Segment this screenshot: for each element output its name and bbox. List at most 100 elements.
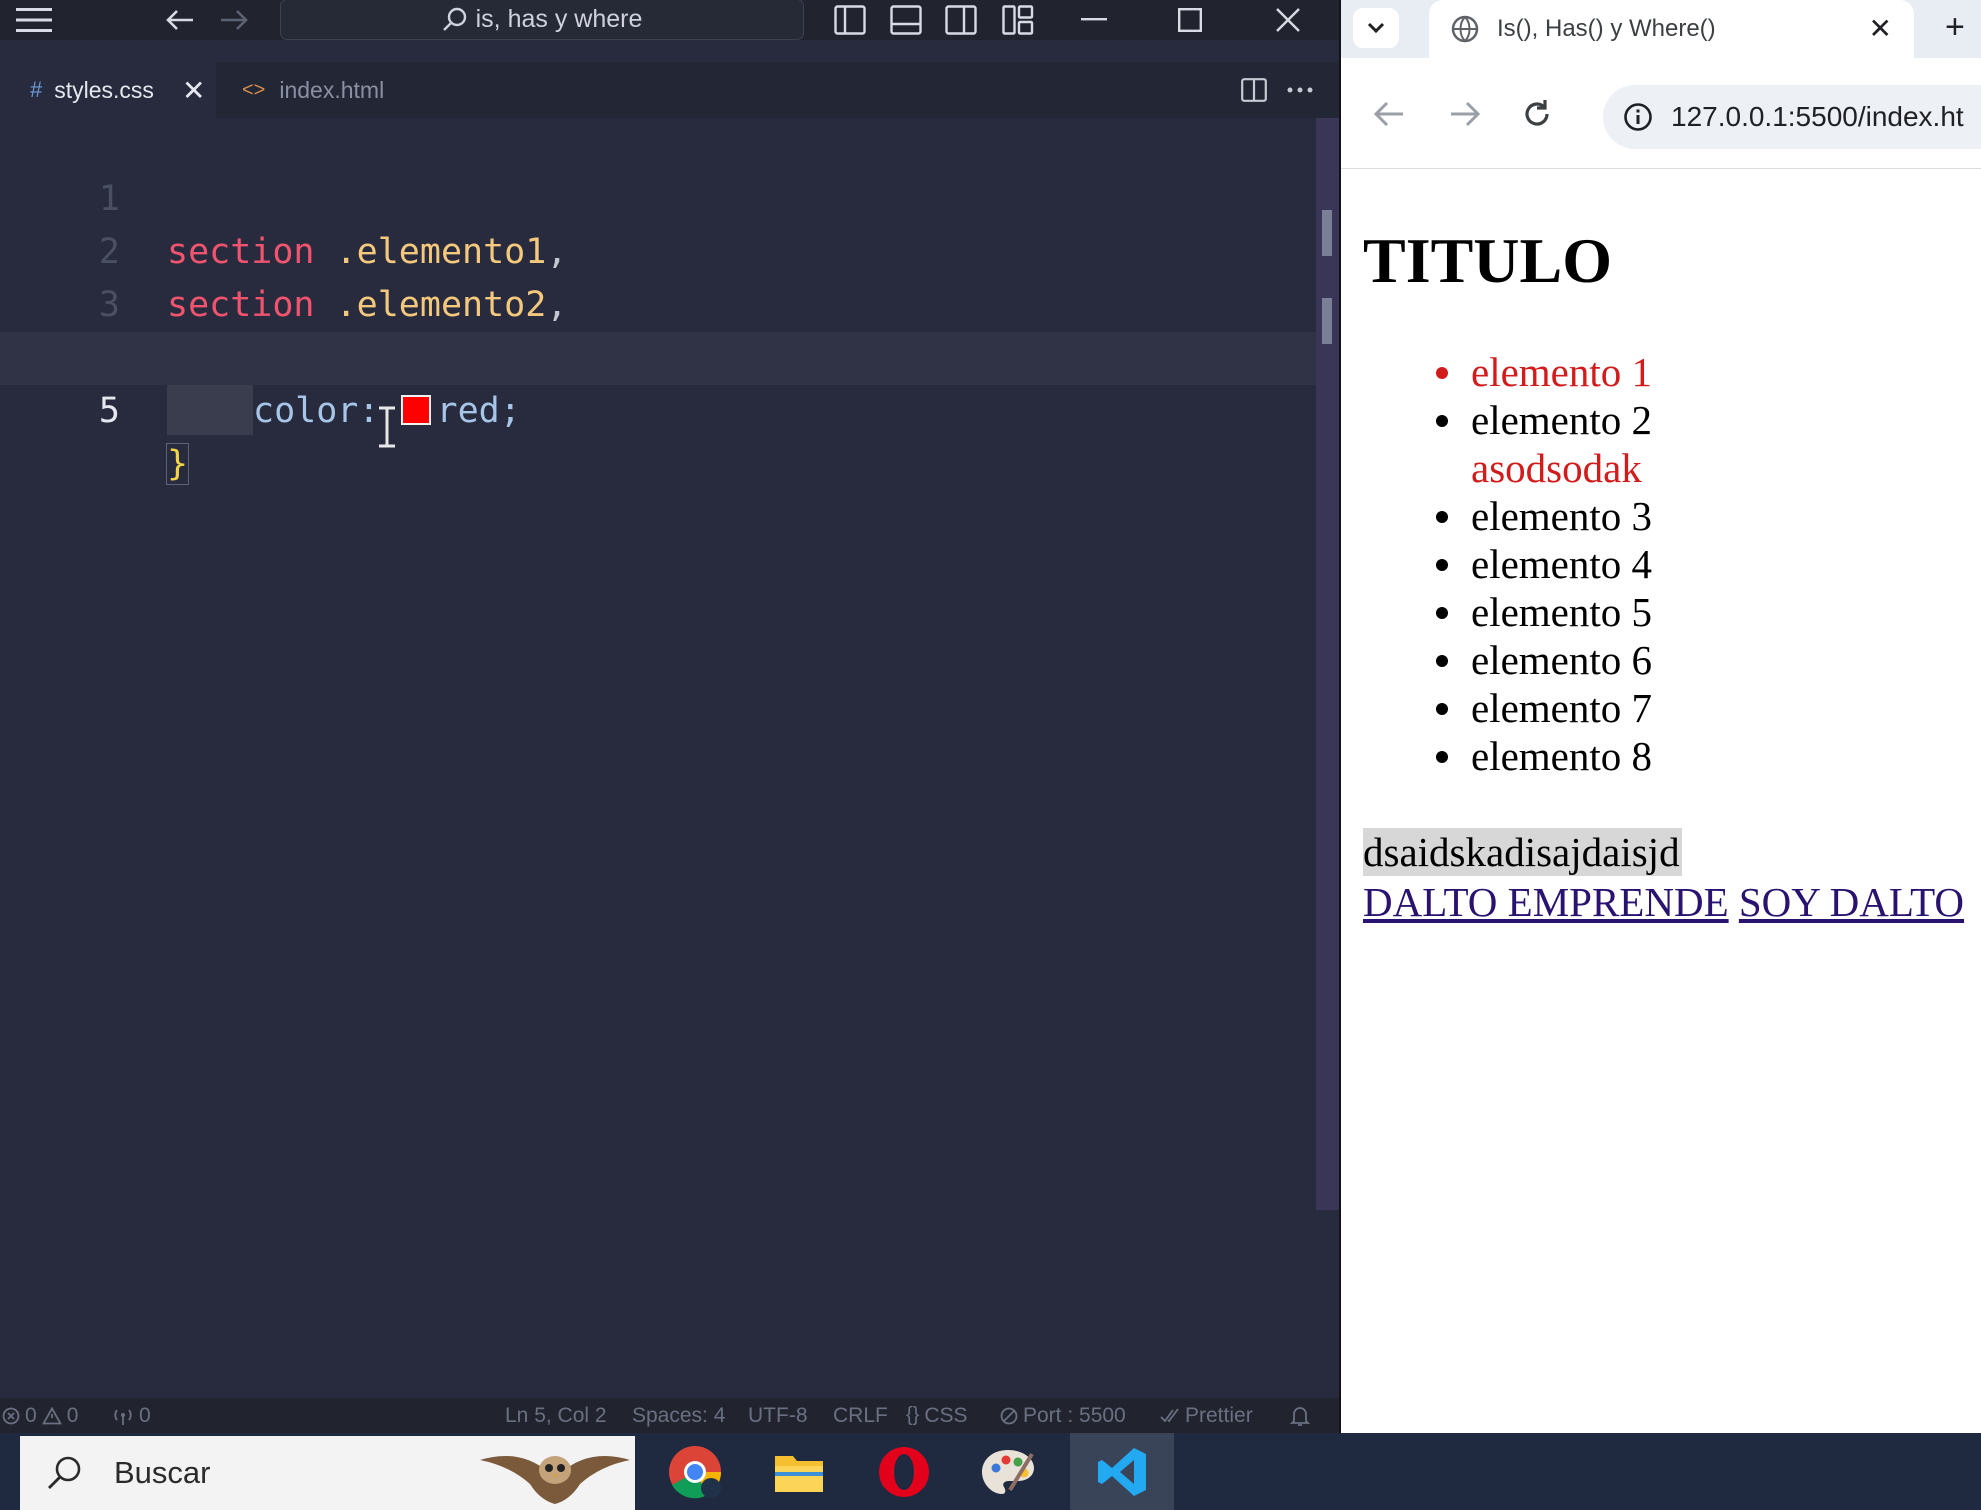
owl-illustration-icon (480, 1440, 630, 1510)
list-item-text: elemento 1 (1471, 349, 1653, 395)
browser-forward-icon[interactable] (1449, 100, 1481, 128)
command-center-text: is, has y where (475, 5, 643, 33)
warning-count: 0 (66, 1403, 79, 1427)
indentation[interactable]: Spaces: 4 (632, 1398, 725, 1433)
list-item-text: elemento 8 (1471, 733, 1653, 779)
code-editor[interactable]: 1 section .elemento1, 2 section .element… (0, 118, 1316, 1398)
bullet (1436, 607, 1448, 619)
customize-layout-icon[interactable] (998, 0, 1038, 40)
close-window-icon[interactable] (1268, 0, 1308, 40)
browser-tab[interactable]: Is(), Has() y Where() ✕ (1429, 0, 1914, 58)
error-icon (2, 1407, 20, 1425)
menu-icon[interactable] (14, 0, 54, 40)
bullet (1436, 655, 1448, 667)
bullet (1436, 559, 1448, 571)
list-item-text: elemento 2 (1471, 397, 1653, 443)
css-property: color: (253, 391, 380, 431)
reload-icon[interactable] (1521, 98, 1553, 130)
list-item-text: asodsodak (1471, 445, 1642, 491)
split-editor-icon[interactable] (1236, 70, 1272, 110)
ports-indicator[interactable]: 0 (112, 1398, 151, 1433)
list-item-text: elemento 6 (1471, 637, 1653, 683)
elements-list: elemento 1 elemento 2 asodsodak elemento… (1341, 348, 1652, 780)
link-dalto-emprende[interactable]: DALTO EMPRENDE (1363, 879, 1729, 925)
language-mode[interactable]: {} CSS (906, 1398, 968, 1433)
command-center-search[interactable]: is, has y where (280, 0, 804, 40)
paint-icon[interactable] (956, 1433, 1060, 1510)
ports-count: 0 (139, 1403, 151, 1427)
new-tab-icon[interactable]: + (1945, 8, 1965, 47)
address-bar[interactable]: 127.0.0.1:5500/index.ht (1603, 85, 1981, 149)
browser-tab-strip: Is(), Has() y Where() ✕ + (1341, 0, 1981, 58)
back-arrow-icon[interactable] (160, 0, 200, 40)
toggle-primary-sidebar-icon[interactable] (830, 0, 870, 40)
bullet (1436, 751, 1448, 763)
web-page: TITULO elemento 1 elemento 2 asodsodak e… (1341, 168, 1981, 1433)
html-file-icon: <> (242, 78, 266, 101)
line-number: 5 (98, 391, 120, 431)
list-item: elemento 1 (1341, 348, 1652, 396)
tab-label: index.html (279, 76, 385, 103)
braces-icon: {} (906, 1404, 920, 1426)
minimize-icon[interactable] (1074, 0, 1114, 40)
list-item: elemento 7 (1341, 684, 1652, 732)
link-soy-dalto[interactable]: SOY DALTO (1739, 879, 1964, 925)
css-value: red; (436, 391, 521, 431)
more-actions-icon[interactable] (1282, 70, 1318, 110)
opera-icon[interactable] (852, 1433, 956, 1510)
search-placeholder: Buscar (114, 1455, 211, 1490)
scrollbar-marker (1322, 210, 1332, 256)
site-info-icon[interactable] (1623, 102, 1653, 132)
forward-arrow-icon[interactable] (214, 0, 254, 40)
bullet (1436, 511, 1448, 523)
tab-index-html[interactable]: <> index.html (216, 62, 424, 118)
tab-label: styles.css (54, 76, 154, 103)
url-text: 127.0.0.1:5500/index.ht (1671, 101, 1964, 132)
cursor-position[interactable]: Ln 5, Col 2 (505, 1398, 607, 1433)
maximize-icon[interactable] (1170, 0, 1210, 40)
list-item-text-block: asodsodak (1341, 444, 1652, 492)
status-bar: 0 0 0 Ln 5, Col 2 Spaces: 4 UTF-8 CRLF {… (0, 1398, 1339, 1433)
taskbar-search[interactable]: Buscar (20, 1436, 635, 1510)
encoding[interactable]: UTF-8 (748, 1398, 808, 1433)
close-tab-icon[interactable]: ✕ (182, 74, 205, 107)
vscode-icon[interactable] (1070, 1433, 1174, 1510)
problems-indicator[interactable]: 0 0 (2, 1398, 78, 1433)
port-label: Port : 5500 (1023, 1403, 1126, 1427)
list-item-text: elemento 5 (1471, 589, 1653, 635)
editor-scrollbar[interactable] (1316, 118, 1339, 1210)
editor-tab-bar: # styles.css ✕ <> index.html (0, 62, 1339, 118)
list-item: elemento 2 (1341, 396, 1652, 444)
end-of-line[interactable]: CRLF (833, 1398, 888, 1433)
title-bar: is, has y where (0, 0, 1339, 40)
code-line: 3 section .elemento3 { (0, 226, 1316, 379)
code-line: 1 section .elemento1, (0, 120, 1316, 272)
windows-taskbar: Buscar (0, 1433, 1981, 1510)
chrome-icon[interactable] (643, 1433, 747, 1510)
list-item: elemento 5 (1341, 588, 1652, 636)
search-icon (46, 1454, 84, 1492)
browser-back-icon[interactable] (1373, 100, 1405, 128)
live-server-port[interactable]: Port : 5500 (1000, 1398, 1126, 1433)
tab-search-icon[interactable] (1353, 8, 1399, 48)
code-line-current: 5 } (0, 332, 1316, 485)
file-explorer-icon[interactable] (747, 1433, 851, 1510)
warning-icon (41, 1406, 62, 1425)
code-line: 2 section .elemento2, (0, 173, 1316, 325)
tab-styles-css[interactable]: # styles.css ✕ (0, 62, 216, 118)
color-swatch[interactable] (400, 395, 431, 425)
list-item-text: elemento 3 (1471, 493, 1653, 539)
browser-tab-title: Is(), Has() y Where() (1497, 15, 1716, 42)
prettier-status[interactable]: Prettier (1160, 1398, 1253, 1433)
notifications-bell-icon[interactable] (1290, 1398, 1310, 1433)
vscode-window: is, has y where # styles.css ✕ <> index.… (0, 0, 1339, 1433)
text-cursor-icon (371, 406, 403, 448)
language-label: CSS (924, 1403, 968, 1427)
list-item: elemento 4 (1341, 540, 1652, 588)
browser-toolbar: 127.0.0.1:5500/index.ht (1341, 58, 1981, 169)
close-tab-icon[interactable]: ✕ (1869, 12, 1892, 45)
toggle-panel-icon[interactable] (886, 0, 926, 40)
formatter-label: Prettier (1185, 1403, 1253, 1427)
toggle-secondary-sidebar-icon[interactable] (941, 0, 981, 40)
list-item: elemento 6 (1341, 636, 1652, 684)
